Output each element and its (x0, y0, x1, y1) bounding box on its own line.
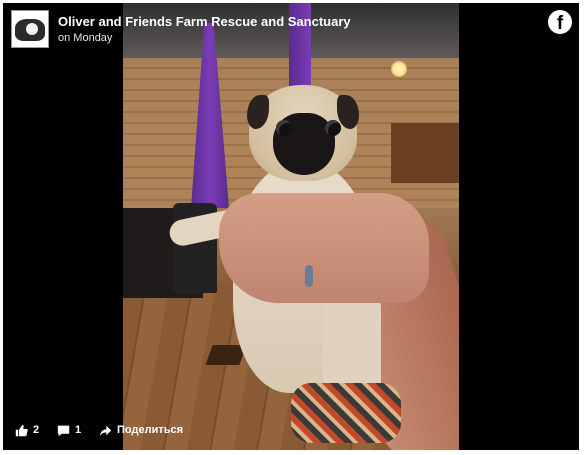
like-button[interactable]: 2 (15, 416, 39, 444)
comment-icon (57, 425, 70, 436)
post-header: Oliver and Friends Farm Rescue and Sanct… (3, 3, 579, 55)
kitchen-cabinet (391, 123, 459, 183)
post-actions: 2 1 Поделиться (3, 416, 579, 444)
post-photo[interactable] (123, 3, 459, 450)
wedding-ring (305, 265, 313, 287)
comment-button[interactable]: 1 (57, 416, 81, 444)
thumbs-up-icon (15, 424, 28, 436)
post-timestamp[interactable]: on Monday (58, 32, 112, 44)
share-button[interactable]: Поделиться (99, 416, 183, 444)
pug-eye-left (276, 120, 292, 136)
person-hand (219, 193, 429, 303)
share-arrow-icon (99, 425, 112, 436)
comment-count: 1 (75, 424, 82, 436)
cow-spot (26, 23, 38, 35)
pug-eye-right (325, 120, 341, 136)
like-count: 2 (33, 424, 40, 436)
page-avatar[interactable] (11, 10, 49, 48)
facebook-icon[interactable]: f (548, 10, 572, 34)
ceiling-lamp (391, 61, 407, 77)
embedded-post: Oliver and Friends Farm Rescue and Sanct… (3, 3, 579, 450)
page-name-link[interactable]: Oliver and Friends Farm Rescue and Sanct… (58, 14, 351, 29)
share-label: Поделиться (117, 424, 184, 436)
